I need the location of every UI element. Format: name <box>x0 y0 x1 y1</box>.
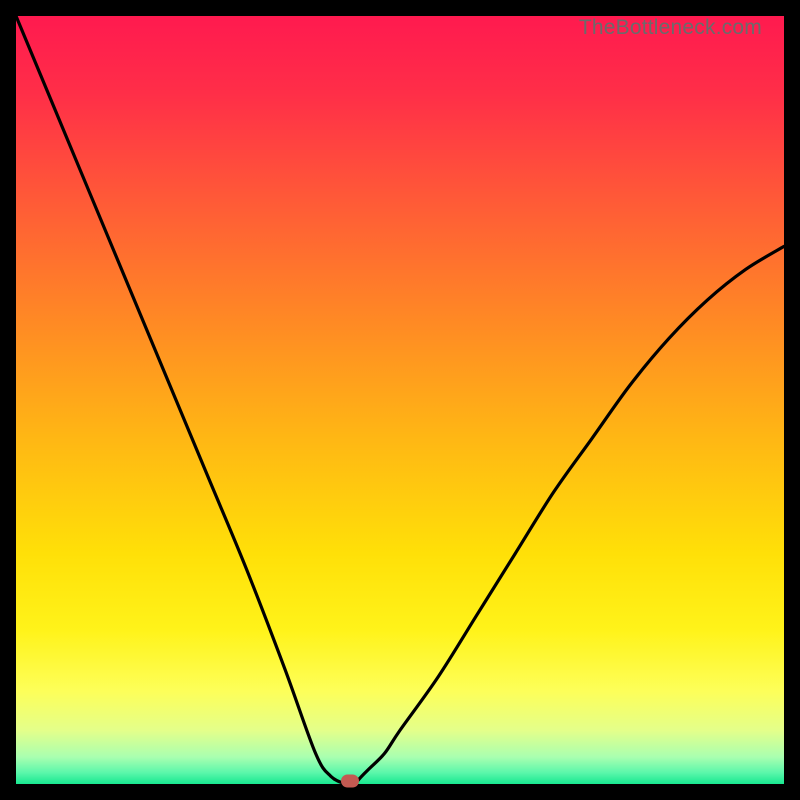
selection-marker <box>341 774 359 787</box>
chart-frame: TheBottleneck.com <box>16 16 784 784</box>
bottleneck-curve <box>16 16 784 784</box>
watermark-text: TheBottleneck.com <box>579 16 762 40</box>
